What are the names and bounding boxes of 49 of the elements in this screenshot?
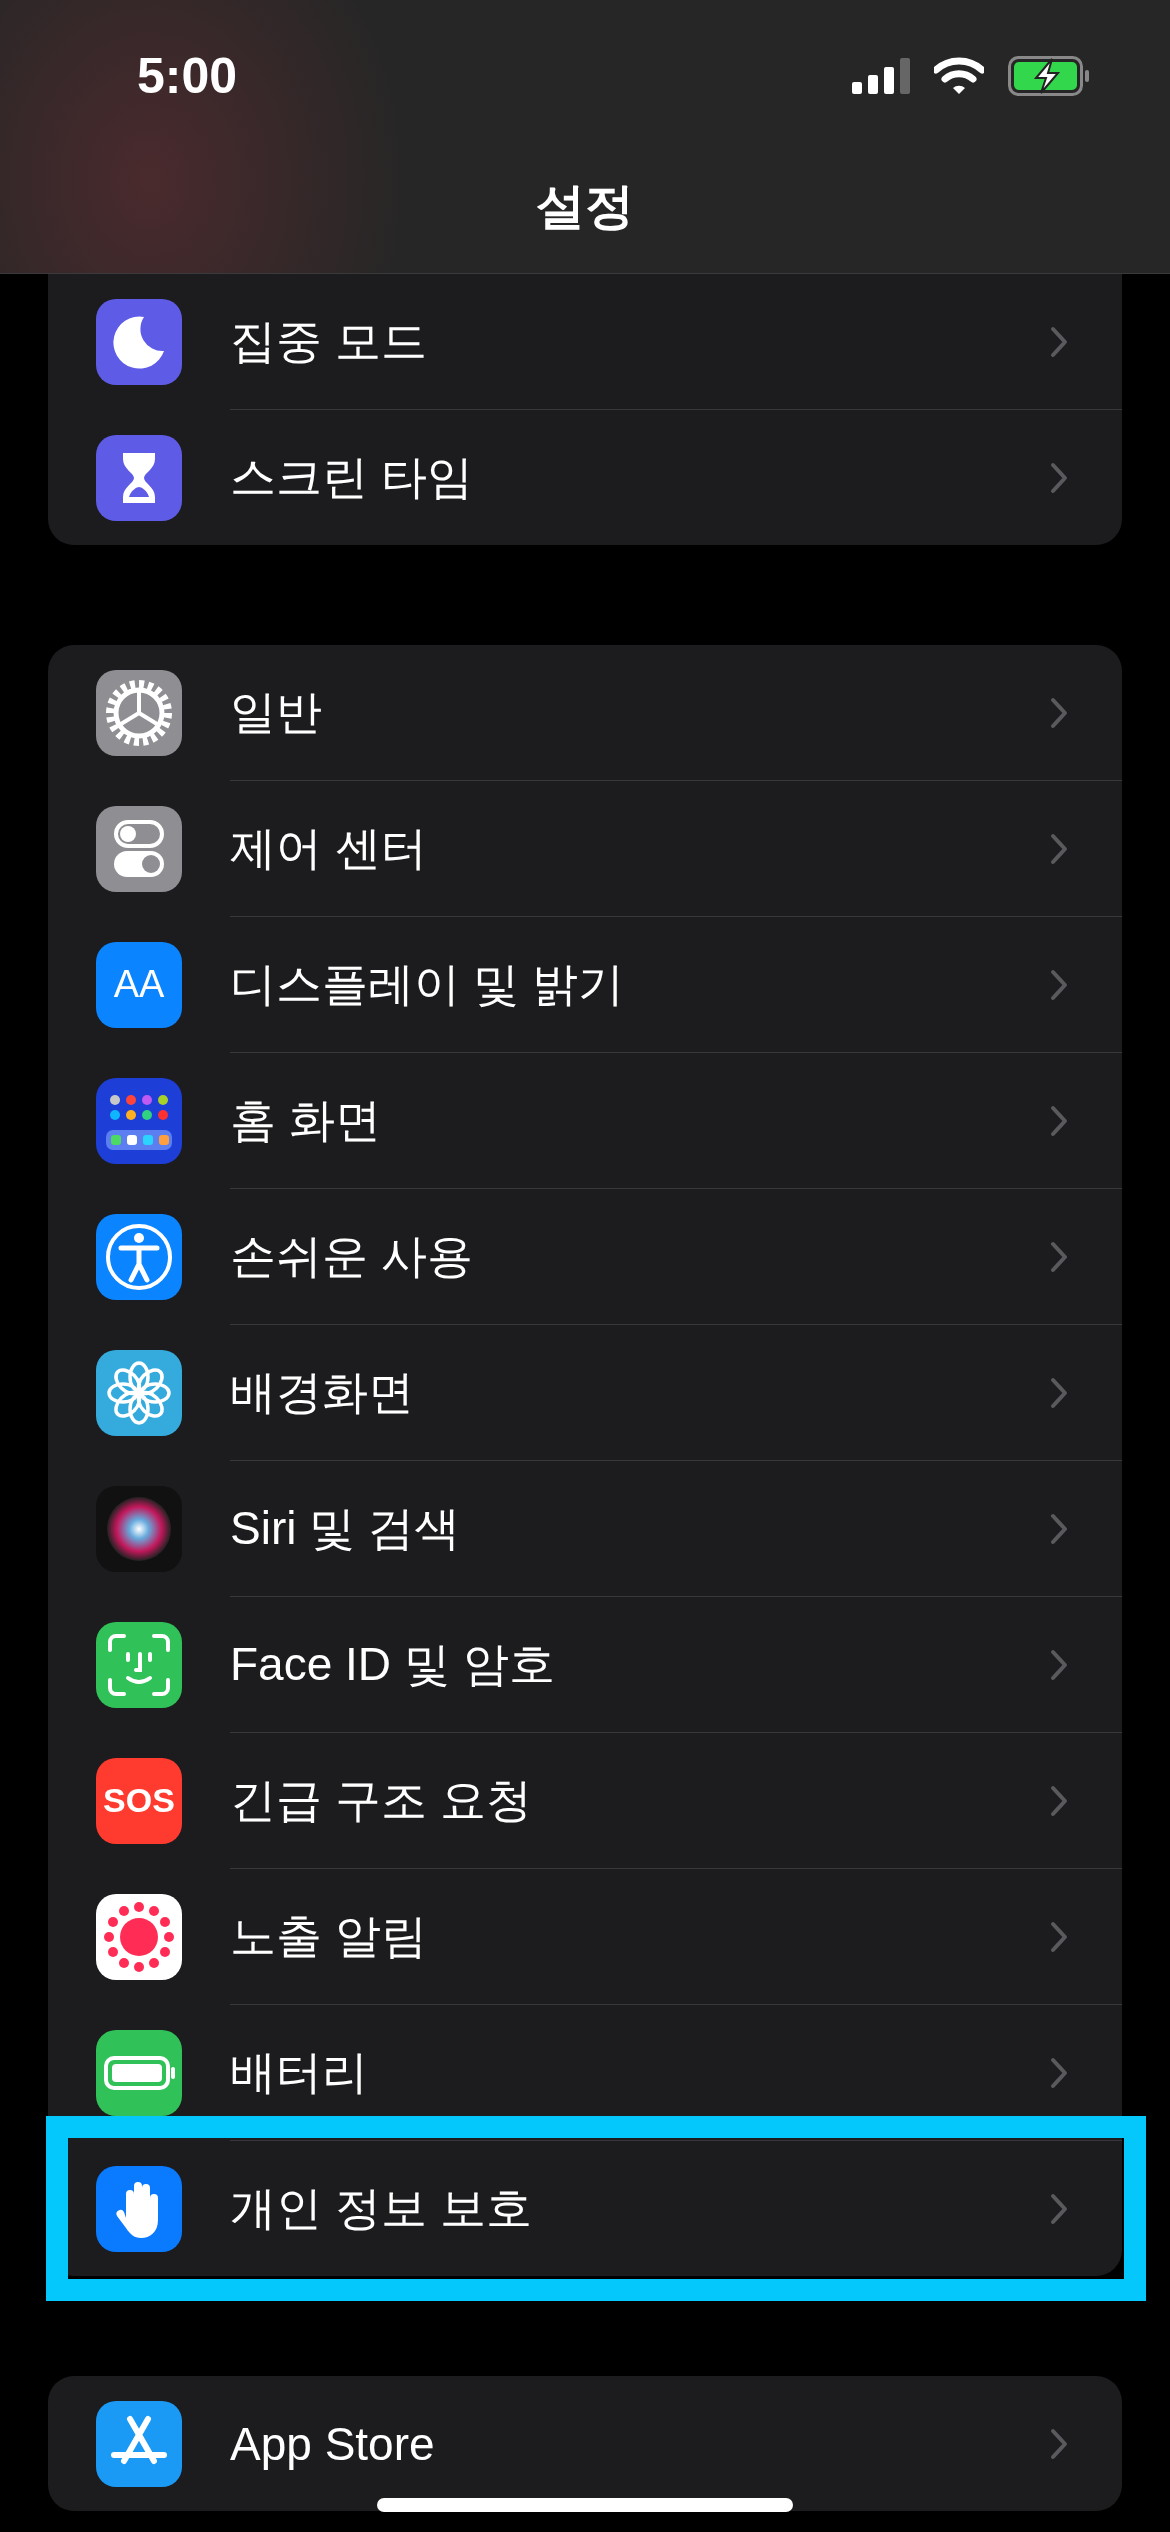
- chevron-icon: [1050, 2192, 1068, 2225]
- gear-icon: [96, 669, 182, 756]
- settings-row[interactable]: 집중 모드: [48, 274, 1122, 409]
- chevron-icon: [1050, 2056, 1068, 2089]
- settings-row[interactable]: 노출 알림: [48, 1869, 1122, 2004]
- text-size-icon: AA: [96, 941, 182, 1028]
- app-store-icon: [96, 2400, 182, 2487]
- chevron-icon: [1050, 1240, 1068, 1273]
- moon-icon: [96, 298, 182, 385]
- settings-row[interactable]: 홈 화면: [48, 1053, 1122, 1188]
- settings-row[interactable]: AA 디스플레이 및 밝기: [48, 917, 1122, 1052]
- flower-icon: [96, 1349, 182, 1436]
- battery-charging-icon: [1008, 56, 1090, 96]
- face-scan-icon: [96, 1621, 182, 1708]
- chevron-icon: [1050, 1920, 1068, 1953]
- settings-row[interactable]: 배터리: [48, 2005, 1122, 2140]
- chevron-icon: [1050, 1648, 1068, 1681]
- hand-icon: [96, 2165, 182, 2252]
- toggles-icon: [96, 805, 182, 892]
- settings-row[interactable]: Face ID 및 암호: [48, 1597, 1122, 1732]
- hourglass-icon: [96, 434, 182, 521]
- accessibility-icon: [96, 1213, 182, 1300]
- chevron-icon: [1050, 2427, 1068, 2460]
- orb-icon: [96, 1485, 182, 1572]
- signal-icon: [852, 58, 910, 94]
- status-time: 5:00: [137, 47, 238, 105]
- chevron-icon: [1050, 461, 1068, 494]
- settings-row[interactable]: 손쉬운 사용: [48, 1189, 1122, 1324]
- chevron-icon: [1050, 1104, 1068, 1137]
- battery-icon: [96, 2029, 182, 2116]
- chevron-icon: [1050, 696, 1068, 729]
- chevron-icon: [1050, 1512, 1068, 1545]
- sos-icon: SOS: [96, 1757, 182, 1844]
- settings-row[interactable]: 일반: [48, 645, 1122, 780]
- settings-row[interactable]: 배경화면: [48, 1325, 1122, 1460]
- chevron-icon: [1050, 968, 1068, 1001]
- wifi-icon: [934, 57, 984, 95]
- settings-row[interactable]: SOS 긴급 구조 요청: [48, 1733, 1122, 1868]
- chevron-icon: [1050, 832, 1068, 865]
- app-grid-icon: [96, 1077, 182, 1164]
- settings-row[interactable]: 개인 정보 보호: [48, 2141, 1122, 2276]
- sun-dots-icon: [96, 1893, 182, 1980]
- settings-row[interactable]: 제어 센터: [48, 781, 1122, 916]
- chevron-icon: [1050, 1784, 1068, 1817]
- chevron-icon: [1050, 1376, 1068, 1409]
- settings-row[interactable]: 스크린 타임: [48, 410, 1122, 545]
- page-title: 설정: [535, 178, 635, 235]
- chevron-icon: [1050, 325, 1068, 358]
- settings-row[interactable]: Siri 및 검색: [48, 1461, 1122, 1596]
